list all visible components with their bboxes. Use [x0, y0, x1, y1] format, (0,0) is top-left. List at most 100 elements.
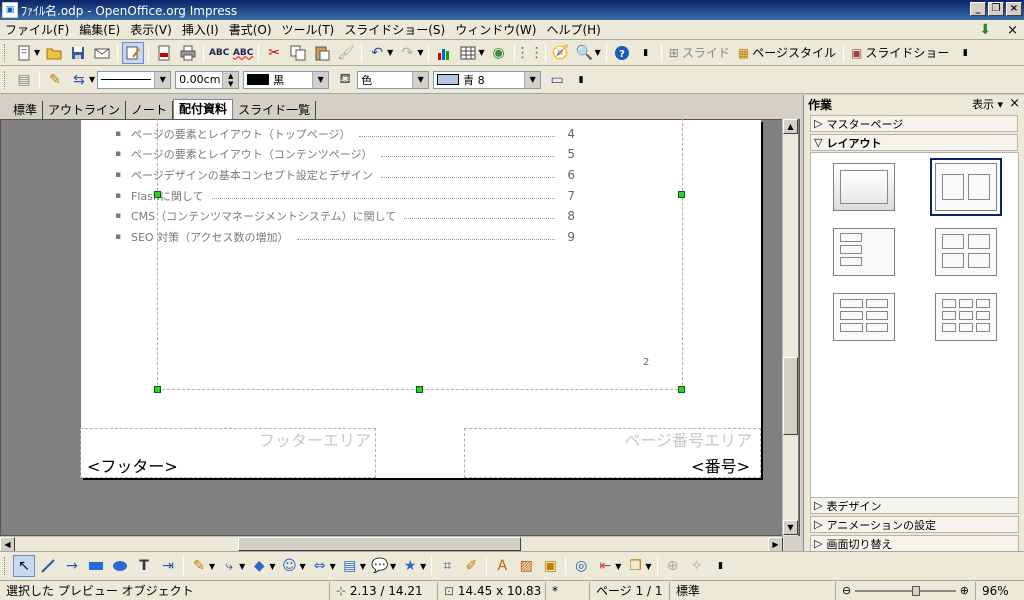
cut-icon[interactable]: ✂ — [263, 42, 285, 64]
menu-format[interactable]: 書式(O) — [224, 21, 277, 38]
connectors-tool-icon[interactable]: ⤷ — [218, 555, 240, 577]
layout-three-slides[interactable] — [833, 228, 895, 276]
zoom-slider-thumb[interactable] — [911, 585, 920, 596]
line-style-select[interactable]: ▼ — [97, 70, 172, 89]
resize-handle[interactable] — [416, 386, 423, 393]
zoom-in-icon[interactable]: ⊕ — [960, 582, 969, 600]
menu-window[interactable]: ウィンドウ(W) — [450, 21, 541, 38]
gallery-icon[interactable]: ▣ — [539, 555, 561, 577]
interaction-icon[interactable]: ⇤ — [594, 555, 616, 577]
rectangle-tool-icon[interactable] — [85, 555, 107, 577]
table-icon[interactable] — [457, 42, 479, 64]
effects-icon[interactable]: ✧ — [686, 555, 708, 577]
scroll-left-button[interactable]: ◀ — [0, 537, 15, 552]
menu-view[interactable]: 表示(V) — [125, 21, 177, 38]
tab-outline[interactable]: アウトライン — [43, 101, 127, 119]
update-download-icon[interactable]: ⬇ — [979, 22, 991, 38]
page-number-area[interactable]: ページ番号エリア <番号> — [464, 428, 761, 478]
toggle-extrusion-icon[interactable]: ⊕ — [662, 555, 684, 577]
scroll-up-button[interactable]: ▲ — [783, 119, 798, 134]
undo-icon[interactable]: ↶ — [366, 42, 388, 64]
resize-handle[interactable] — [154, 386, 161, 393]
flowchart-dropdown-arrow[interactable]: ▼ — [360, 562, 366, 571]
status-modified[interactable]: * — [546, 581, 590, 600]
slide-button[interactable]: ⊞ スライド — [665, 44, 734, 61]
arrow-style-icon[interactable]: ⇆ — [68, 69, 90, 91]
vertical-scroll-thumb[interactable] — [783, 357, 798, 435]
slideshow-button[interactable]: ▣ スライドショー — [847, 44, 953, 61]
email-icon[interactable] — [91, 42, 113, 64]
ellipse-tool-icon[interactable] — [109, 555, 131, 577]
line-arrow-tool-icon[interactable]: → — [61, 555, 83, 577]
symbol-shapes-dropdown-arrow[interactable]: ▼ — [299, 562, 305, 571]
open-folder-icon[interactable] — [43, 42, 65, 64]
area-fill-icon[interactable]: ⛾ — [334, 69, 356, 91]
area-color-select[interactable]: 青 8 ▼ — [433, 70, 542, 89]
line-color-select[interactable]: 黒 ▼ — [243, 70, 330, 89]
tab-notes[interactable]: ノート — [126, 101, 174, 119]
symbol-shapes-icon[interactable]: ☺ — [278, 555, 300, 577]
section-layout[interactable]: ▽ レイアウト — [810, 134, 1018, 151]
chart-icon[interactable] — [433, 42, 455, 64]
section-slide-transition[interactable]: ▷ 画面切り替え — [810, 535, 1019, 552]
task-pane-close-icon[interactable]: × — [1009, 96, 1020, 112]
line-width-spin[interactable]: ▲ ▼ — [222, 71, 239, 88]
toolbar-overflow-icon[interactable]: ▮ — [635, 42, 657, 64]
line-width-input[interactable]: 0.00cm ▲ ▼ — [175, 70, 240, 89]
zoom-out-icon[interactable]: ⊖ — [842, 582, 851, 600]
resize-handle[interactable] — [678, 386, 685, 393]
fontwork-icon[interactable]: A — [491, 555, 513, 577]
horizontal-scroll-thumb[interactable] — [238, 537, 521, 551]
spellcheck-icon[interactable]: ABC — [208, 42, 230, 64]
stars-dropdown-arrow[interactable]: ▼ — [420, 562, 426, 571]
media-icon[interactable]: ◉ — [488, 42, 510, 64]
vertical-scrollbar[interactable]: ▲ ▼ — [782, 119, 798, 536]
from-file-icon[interactable]: ▨ — [515, 555, 537, 577]
connectors-dropdown-arrow[interactable]: ▼ — [239, 562, 245, 571]
impress-app-icon[interactable]: ▣ — [2, 2, 18, 18]
minimize-button[interactable]: _ — [970, 2, 986, 16]
flowchart-icon[interactable]: ▤ — [339, 555, 361, 577]
line-icon[interactable]: ✎ — [44, 69, 66, 91]
tab-slide-sorter[interactable]: スライド一覧 — [233, 101, 317, 119]
toolbar-grip[interactable] — [4, 43, 7, 62]
menu-file[interactable]: ファイル(F) — [0, 21, 74, 38]
new-dropdown-arrow[interactable]: ▼ — [34, 48, 40, 57]
footer-area[interactable]: フッターエリア <フッター> — [80, 428, 376, 478]
zoom-slider[interactable]: ⊖ ⊕ — [836, 581, 976, 600]
layout-nine-slides[interactable] — [935, 293, 997, 341]
task-pane-view-menu[interactable]: 表示 ▾ — [972, 96, 1003, 112]
shadow-icon[interactable]: ▭ — [546, 69, 568, 91]
format-paintbrush-icon[interactable]: 🖌 — [335, 42, 357, 64]
menu-help[interactable]: ヘルプ(H) — [541, 21, 605, 38]
status-zoom[interactable]: 96% — [976, 582, 1015, 600]
auto-spellcheck-icon[interactable]: ABC — [232, 42, 254, 64]
layout-one-slide[interactable] — [833, 163, 895, 211]
block-arrows-dropdown-arrow[interactable]: ▼ — [330, 562, 336, 571]
menu-slideshow[interactable]: スライドショー(S) — [339, 21, 450, 38]
tab-normal[interactable]: 標準 — [8, 101, 44, 119]
redo-dropdown-arrow[interactable]: ▼ — [417, 48, 423, 57]
area-style-select[interactable]: 色 ▼ — [357, 70, 430, 89]
curve-tool-icon[interactable]: ✎ — [188, 555, 210, 577]
basic-shapes-dropdown-arrow[interactable]: ▼ — [269, 562, 275, 571]
undo-dropdown-arrow[interactable]: ▼ — [387, 48, 393, 57]
zoom-dropdown-arrow[interactable]: ▼ — [595, 48, 601, 57]
select-arrow-icon[interactable]: ↖ — [13, 555, 35, 577]
redo-icon[interactable]: ↷ — [396, 42, 418, 64]
table-dropdown-arrow[interactable]: ▼ — [478, 48, 484, 57]
callouts-icon[interactable]: 💬 — [369, 555, 391, 577]
layout-four-slides[interactable] — [935, 228, 997, 276]
help-icon[interactable]: ? — [611, 42, 633, 64]
section-master-pages[interactable]: ▷ マスターページ — [810, 115, 1018, 132]
styles-icon[interactable]: ▤ — [13, 69, 35, 91]
paste-icon[interactable] — [311, 42, 333, 64]
restore-button[interactable]: ❐ — [988, 2, 1004, 16]
navigator-icon[interactable]: 🧭 — [550, 42, 572, 64]
resize-handle[interactable] — [678, 191, 685, 198]
toolbar4-overflow-icon[interactable]: ▮ — [710, 555, 732, 577]
menu-tools[interactable]: ツール(T) — [277, 21, 340, 38]
text-tool-icon[interactable]: T — [133, 555, 155, 577]
save-icon[interactable] — [67, 42, 89, 64]
scroll-right-button[interactable]: ▶ — [768, 537, 783, 552]
